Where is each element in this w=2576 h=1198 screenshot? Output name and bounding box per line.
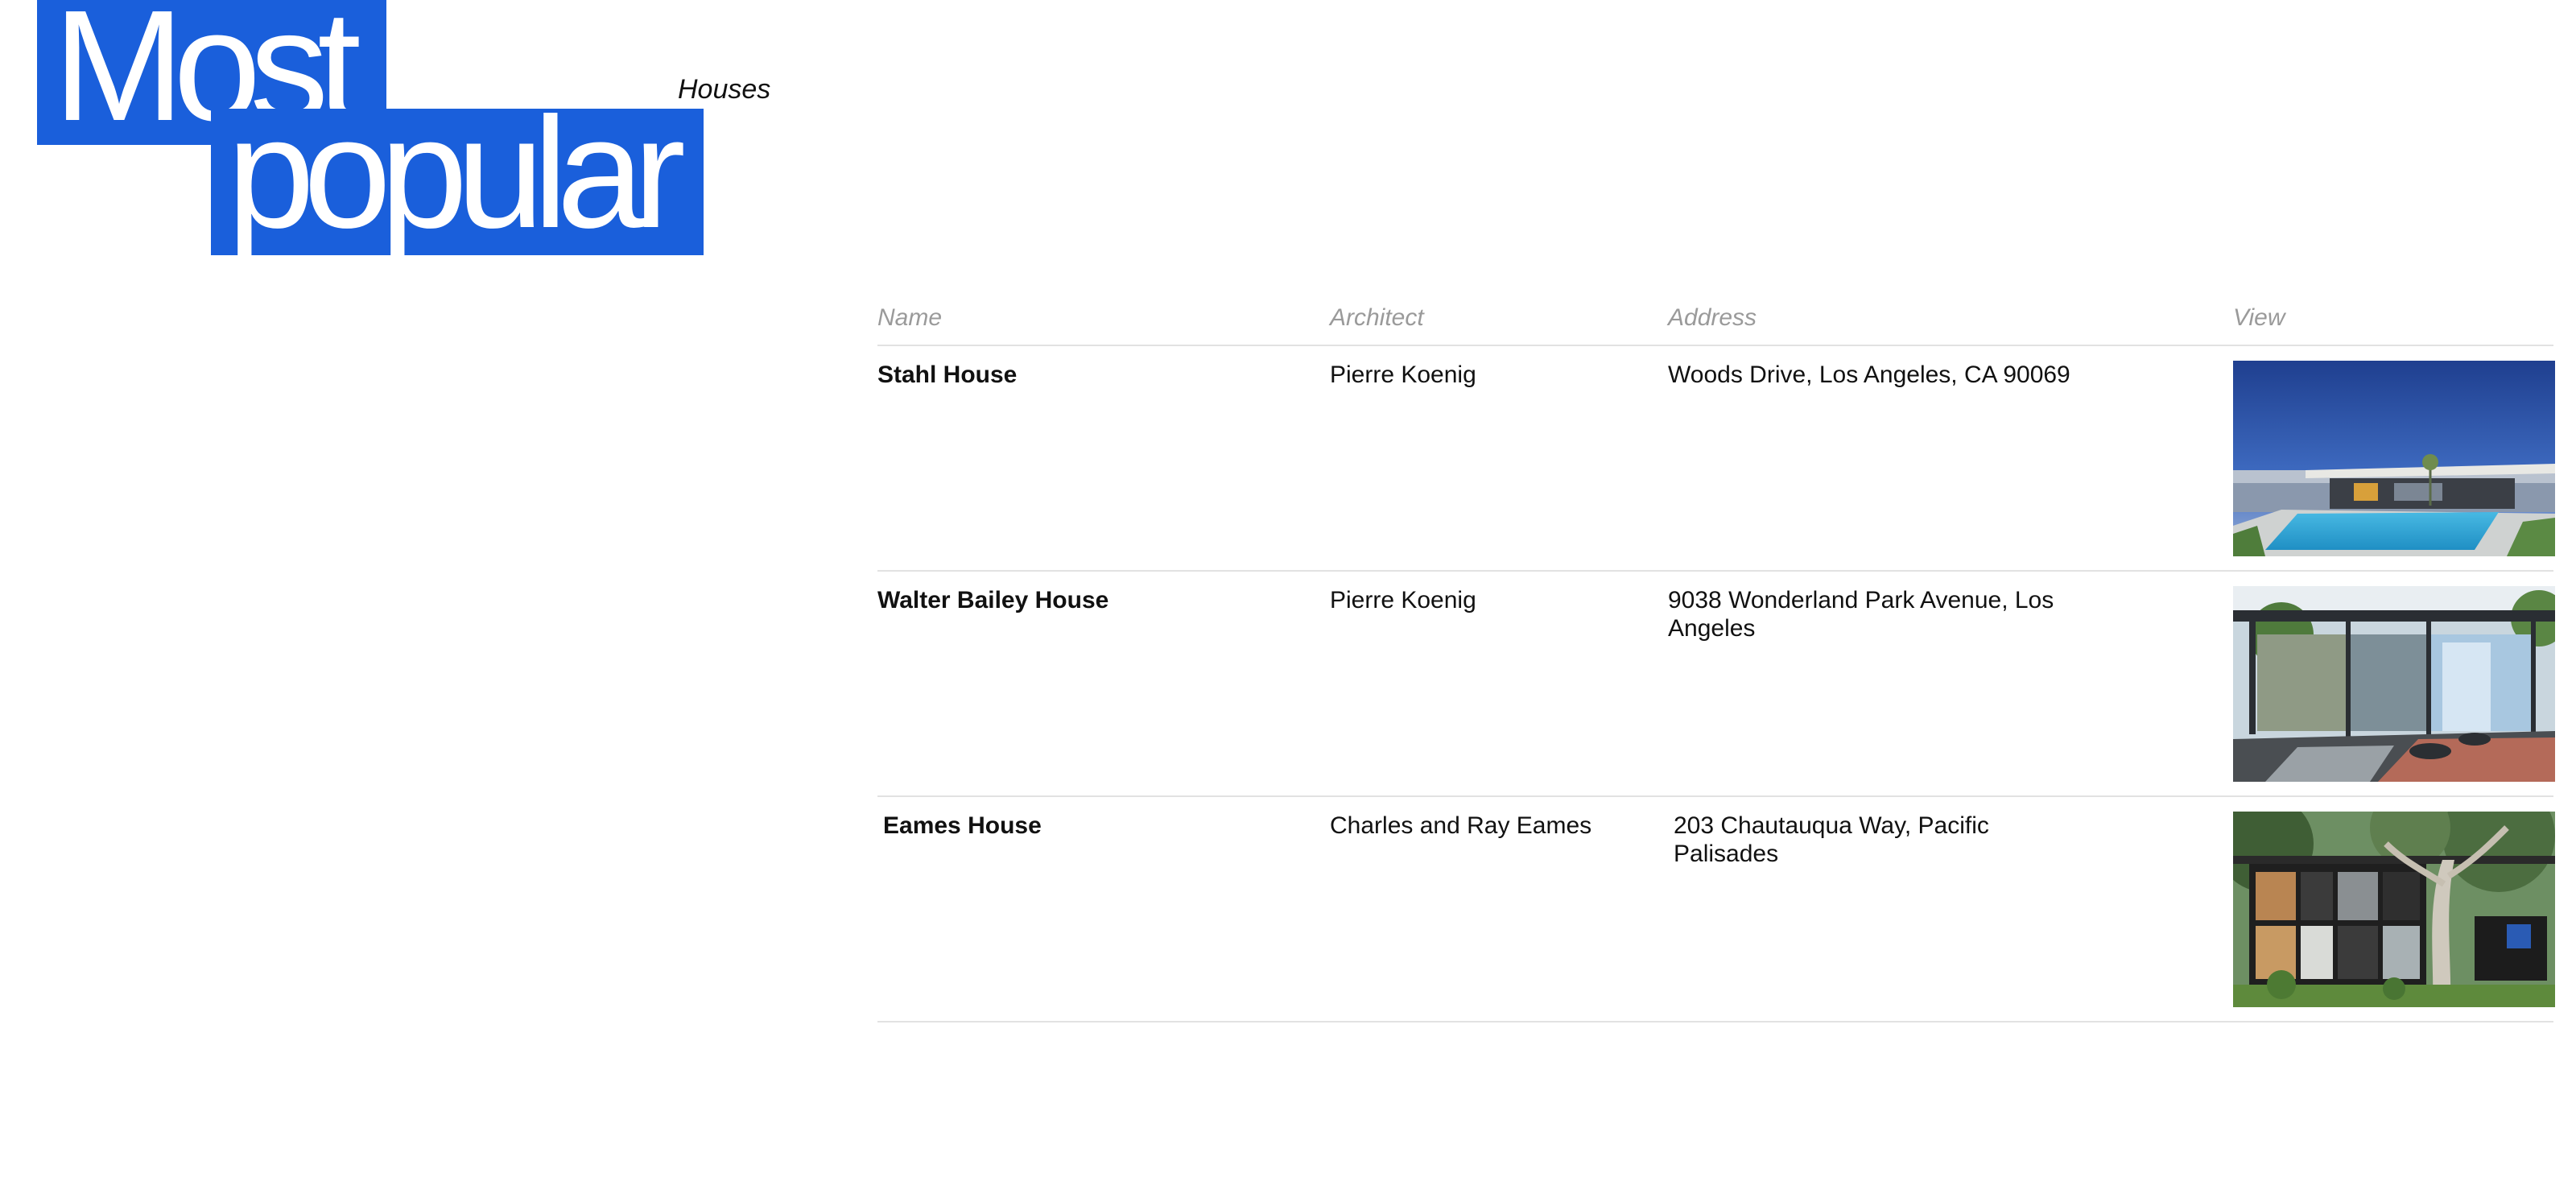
heading-word-popular: popular bbox=[211, 109, 704, 255]
table-row[interactable]: Eames House Charles and Ray Eames 203 Ch… bbox=[877, 797, 2555, 1022]
house-address: 203 Chautauqua Way, Pacific Palisades bbox=[1674, 812, 1989, 867]
house-thumbnail[interactable] bbox=[2233, 586, 2555, 782]
house-architect: Charles and Ray Eames bbox=[1330, 812, 1592, 839]
house-thumbnail[interactable] bbox=[2233, 812, 2555, 1007]
house-architect: Pierre Koenig bbox=[1330, 587, 1476, 613]
house-address: Woods Drive, Los Angeles, CA 90069 bbox=[1668, 361, 2070, 388]
heading-line-2: popular bbox=[227, 109, 686, 255]
house-photo-glass-courtyard bbox=[2233, 586, 2555, 782]
house-name[interactable]: Stahl House bbox=[877, 361, 1017, 389]
column-header-view: View bbox=[2233, 304, 2285, 331]
house-name[interactable]: Walter Bailey House bbox=[877, 586, 1108, 614]
table-row[interactable]: Walter Bailey House Pierre Koenig 9038 W… bbox=[877, 572, 2555, 797]
column-header-address: Address bbox=[1668, 304, 1757, 331]
house-address: 9038 Wonderland Park Avenue, Los Angeles bbox=[1668, 587, 2054, 642]
house-architect: Pierre Koenig bbox=[1330, 361, 1476, 388]
table-row[interactable]: Stahl House Pierre Koenig Woods Drive, L… bbox=[877, 346, 2555, 572]
page-heading: Most popular Houses bbox=[0, 0, 805, 266]
column-header-name: Name bbox=[877, 304, 943, 331]
houses-table: Name Architect Address View Stahl House … bbox=[877, 298, 2555, 1022]
category-label: Houses bbox=[678, 74, 771, 105]
house-thumbnail[interactable] bbox=[2233, 361, 2555, 556]
house-name[interactable]: Eames House bbox=[883, 812, 1042, 840]
column-header-architect: Architect bbox=[1330, 304, 1424, 331]
page: Most popular Houses Name Architect Addre… bbox=[0, 0, 2576, 1198]
table-header: Name Architect Address View bbox=[877, 298, 2553, 346]
house-photo-pool-overlook bbox=[2233, 361, 2555, 556]
house-photo-eucalyptus bbox=[2233, 812, 2555, 1007]
